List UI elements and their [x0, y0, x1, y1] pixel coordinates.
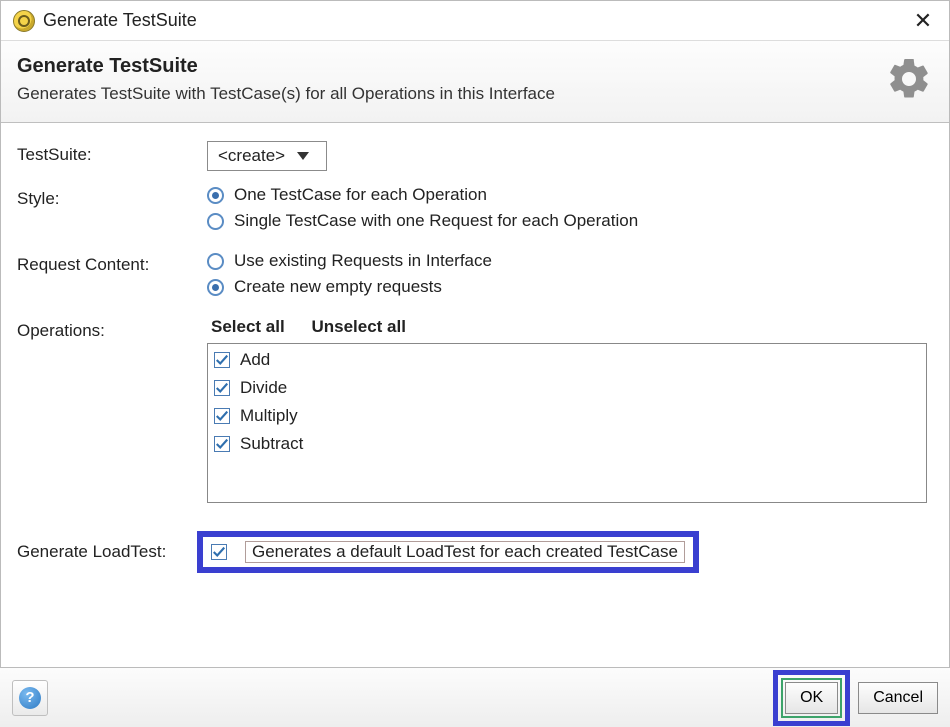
help-button[interactable]: ? — [12, 680, 48, 716]
dialog-footer: ? OK Cancel — [0, 667, 950, 727]
operation-item-3[interactable]: Subtract — [214, 430, 920, 458]
operation-label: Add — [240, 350, 270, 370]
radio-icon — [207, 213, 224, 230]
gear-icon — [885, 55, 933, 103]
loadtest-description: Generates a default LoadTest for each cr… — [245, 541, 685, 563]
operation-item-0[interactable]: Add — [214, 346, 920, 374]
label-request-content: Request Content: — [17, 251, 207, 275]
operation-item-2[interactable]: Multiply — [214, 402, 920, 430]
operation-label: Subtract — [240, 434, 303, 454]
request-content-option-label: Create new empty requests — [234, 277, 442, 297]
testsuite-select[interactable]: <create> — [207, 141, 327, 171]
dialog-header: Generate TestSuite Generates TestSuite w… — [1, 41, 949, 123]
request-content-option-label: Use existing Requests in Interface — [234, 251, 492, 271]
label-style: Style: — [17, 185, 207, 209]
style-option-label: One TestCase for each Operation — [234, 185, 487, 205]
row-generate-loadtest: Generate LoadTest: Generates a default L… — [1, 527, 949, 577]
style-option-label: Single TestCase with one Request for eac… — [234, 211, 638, 231]
operation-checkbox — [214, 408, 230, 424]
app-icon — [13, 10, 35, 32]
request-content-option-0[interactable]: Use existing Requests in Interface — [207, 251, 933, 271]
help-icon: ? — [19, 687, 41, 709]
window-title: Generate TestSuite — [43, 10, 909, 31]
unselect-all-link[interactable]: Unselect all — [311, 317, 406, 336]
operation-item-1[interactable]: Divide — [214, 374, 920, 402]
operation-checkbox — [214, 436, 230, 452]
operation-label: Divide — [240, 378, 287, 398]
radio-icon — [207, 187, 224, 204]
label-testsuite: TestSuite: — [17, 141, 207, 165]
operations-actions: Select all Unselect all — [211, 317, 933, 337]
label-operations: Operations: — [17, 317, 207, 341]
operation-checkbox — [214, 352, 230, 368]
style-option-0[interactable]: One TestCase for each Operation — [207, 185, 933, 205]
row-request-content: Request Content: Use existing Requests i… — [17, 251, 933, 303]
cancel-button[interactable]: Cancel — [858, 682, 938, 714]
form-area: TestSuite: <create> Style: One TestCase … — [1, 123, 949, 527]
row-testsuite: TestSuite: <create> — [17, 141, 933, 171]
title-bar: Generate TestSuite ✕ — [1, 1, 949, 41]
dialog-subheading: Generates TestSuite with TestCase(s) for… — [17, 84, 885, 104]
loadtest-checkbox[interactable] — [211, 544, 227, 560]
request-content-option-1[interactable]: Create new empty requests — [207, 277, 933, 297]
operation-label: Multiply — [240, 406, 298, 426]
select-all-link[interactable]: Select all — [211, 317, 285, 336]
operations-list: Add Divide Multiply Subtract — [207, 343, 927, 503]
style-option-1[interactable]: Single TestCase with one Request for eac… — [207, 211, 933, 231]
close-button[interactable]: ✕ — [909, 7, 937, 35]
row-style: Style: One TestCase for each Operation Si… — [17, 185, 933, 237]
dialog-heading: Generate TestSuite — [17, 55, 885, 78]
radio-icon — [207, 253, 224, 270]
operation-checkbox — [214, 380, 230, 396]
row-operations: Operations: Select all Unselect all Add D… — [17, 317, 933, 503]
testsuite-selected-value: <create> — [218, 146, 285, 166]
ok-button[interactable]: OK — [785, 682, 838, 714]
label-generate-loadtest: Generate LoadTest: — [17, 542, 197, 562]
ok-highlight: OK — [773, 670, 850, 726]
loadtest-highlight: Generates a default LoadTest for each cr… — [197, 531, 699, 573]
chevron-down-icon — [297, 152, 309, 160]
radio-icon — [207, 279, 224, 296]
